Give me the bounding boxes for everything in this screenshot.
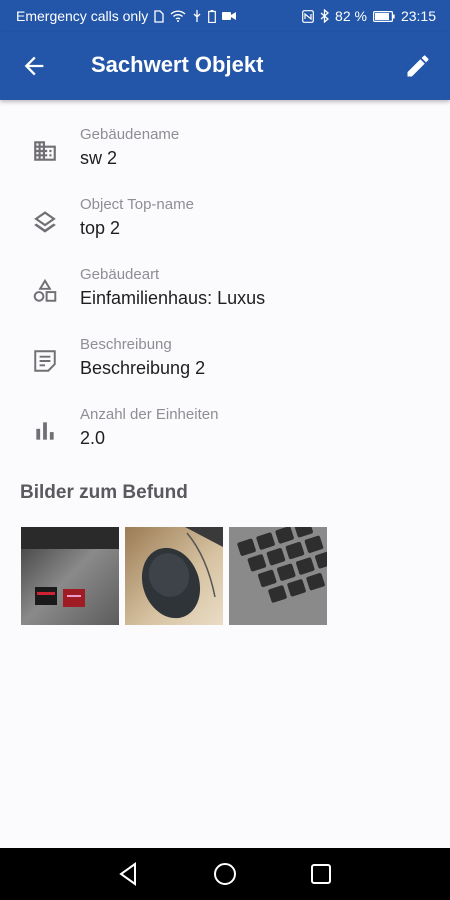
detail-row-top-name: Object Top-name top 2 — [0, 190, 450, 260]
images-section-title: Bilder zum Befund — [20, 482, 188, 503]
bar-chart-icon — [32, 418, 58, 444]
page-title: Sachwert Objekt — [91, 52, 264, 77]
sim-icon — [154, 9, 164, 23]
status-bar: Emergency calls only 82 % 23:15 — [0, 0, 450, 32]
detail-row-building-name: Gebäudename sw 2 — [0, 120, 450, 190]
detail-label: Gebäudeart — [80, 266, 160, 283]
wifi-icon — [170, 10, 186, 22]
status-bar-left: Emergency calls only — [16, 8, 237, 24]
usb-icon — [192, 9, 202, 23]
detail-value: Einfamilienhaus: Luxus — [80, 288, 266, 308]
layers-icon — [32, 208, 58, 234]
battery-saver-icon — [208, 9, 217, 23]
nfc-icon — [302, 9, 314, 23]
building-icon — [32, 138, 58, 164]
detail-label: Beschreibung — [80, 336, 172, 353]
detail-value: 2.0 — [80, 428, 106, 448]
battery-percent: 82 % — [335, 8, 367, 24]
nav-home-icon[interactable] — [211, 860, 239, 888]
system-navigation-bar — [0, 848, 450, 900]
shapes-icon — [32, 278, 58, 304]
nav-recents-icon[interactable] — [307, 860, 335, 888]
detail-label: Anzahl der Einheiten — [80, 406, 219, 423]
detail-value: top 2 — [80, 218, 121, 238]
detail-row-building-type: Gebäudeart Einfamilienhaus: Luxus — [0, 260, 450, 330]
detail-value: Beschreibung 2 — [80, 358, 206, 378]
bluetooth-icon — [320, 9, 330, 23]
detail-row-unit-count: Anzahl der Einheiten 2.0 — [0, 400, 450, 470]
video-icon — [222, 11, 237, 21]
detail-label: Object Top-name — [80, 196, 194, 213]
mouse-on-desk-photo[interactable] — [125, 527, 223, 625]
status-bar-right: 82 % 23:15 — [302, 8, 436, 24]
carrier-text: Emergency calls only — [16, 8, 149, 24]
nav-back-icon[interactable] — [115, 860, 143, 888]
keyboard-photo[interactable] — [229, 527, 327, 625]
app-bar: Sachwert Objekt — [0, 32, 450, 100]
arrow-back-icon[interactable] — [20, 52, 48, 80]
detail-row-description: Beschreibung Beschreibung 2 — [0, 330, 450, 400]
battery-icon — [372, 10, 395, 22]
detail-label: Gebäudename — [80, 126, 180, 143]
detail-value: sw 2 — [80, 148, 118, 168]
pencil-icon[interactable] — [404, 52, 432, 80]
note-icon — [32, 348, 58, 374]
laptop-with-stickers-photo[interactable] — [21, 527, 119, 625]
clock: 23:15 — [400, 8, 436, 24]
